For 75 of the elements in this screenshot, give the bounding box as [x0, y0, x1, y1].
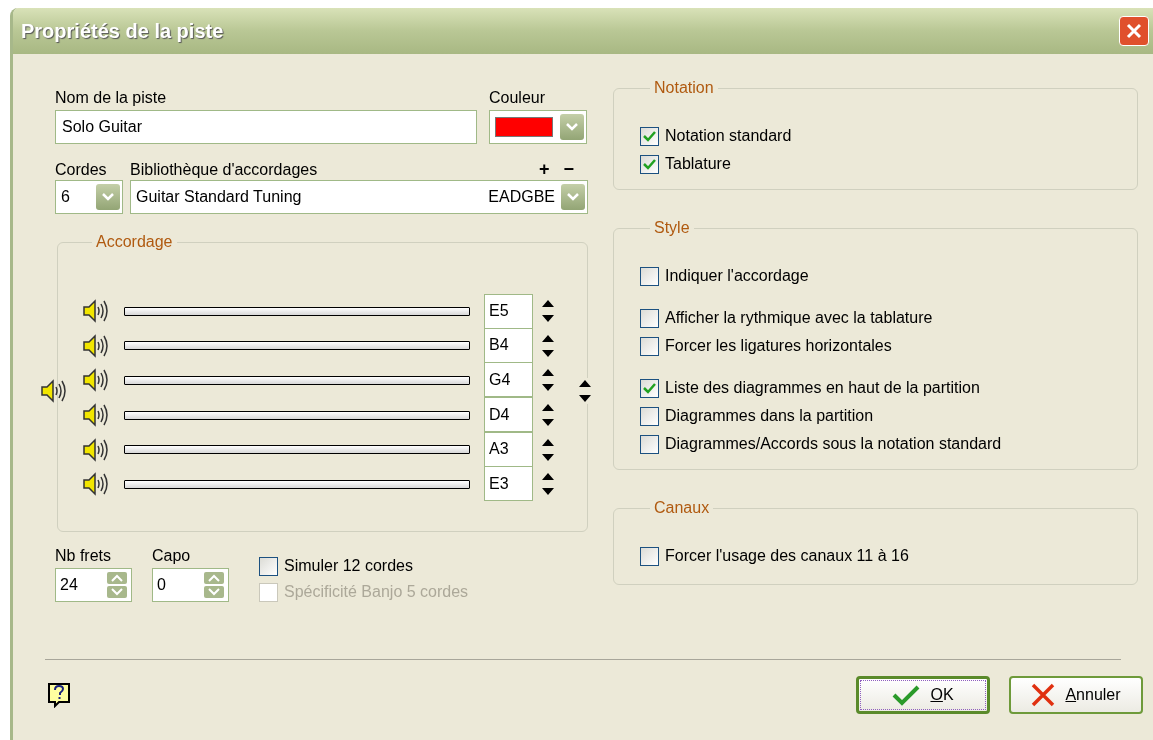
speaker-icon[interactable]	[82, 436, 110, 463]
note-field[interactable]: E3	[484, 466, 533, 502]
checkbox[interactable]	[259, 556, 278, 576]
chevron-down-icon	[566, 123, 578, 131]
note-field[interactable]: E5	[484, 293, 533, 329]
color-picker[interactable]	[489, 110, 587, 144]
dropdown-button[interactable]	[560, 114, 584, 140]
note-field[interactable]: D4	[484, 397, 533, 433]
checkbox[interactable]	[640, 406, 659, 426]
checkbox-label: Diagrammes/Accords sous la notation standard	[665, 434, 1002, 454]
field-label: Nom de la piste	[55, 88, 168, 108]
checkbox-label: Simuler 12 cordes	[284, 556, 413, 576]
checkbox[interactable]	[640, 336, 659, 356]
spin-box[interactable]: 0	[152, 568, 229, 602]
checkbox-label: Afficher la rythmique avec la tablature	[665, 308, 933, 328]
checkbox-label: Indiquer l'accordage	[665, 266, 809, 286]
speaker-icon[interactable]	[82, 332, 110, 359]
chevron-down-icon	[567, 193, 579, 201]
cancel-button[interactable]: Annuler	[1009, 676, 1143, 714]
speaker-icon[interactable]	[82, 367, 110, 394]
checkbox[interactable]	[640, 378, 659, 398]
checkbox[interactable]	[640, 126, 659, 146]
check-icon	[892, 684, 921, 706]
field-label: Cordes	[55, 160, 108, 180]
group-title: Canaux	[653, 498, 711, 518]
checkbox-label: Tablature	[665, 154, 731, 174]
checkbox-label: Diagrammes dans la partition	[665, 406, 874, 426]
note-field[interactable]: A3	[484, 431, 533, 467]
dropdown-button[interactable]	[96, 184, 120, 210]
dropdown[interactable]: Guitar Standard Tuning EADGBE	[130, 180, 588, 214]
text-field[interactable]: Solo Guitar	[55, 110, 477, 144]
check-icon	[643, 130, 656, 142]
group-title: Accordage	[95, 232, 174, 252]
field-label: Nb frets	[55, 546, 112, 566]
ok-button[interactable]: OK	[856, 676, 990, 714]
check-icon	[643, 158, 656, 170]
speaker-icon[interactable]	[82, 298, 110, 325]
check-icon	[643, 382, 656, 394]
field-label: Capo	[152, 546, 192, 566]
slider-track[interactable]	[124, 306, 470, 316]
close-icon	[1125, 22, 1143, 40]
dropdown[interactable]: 6	[55, 180, 123, 214]
chevron-down-icon	[102, 193, 114, 201]
help-icon[interactable]	[47, 682, 71, 708]
slider-track[interactable]	[124, 445, 470, 455]
slider-track[interactable]	[124, 376, 470, 385]
speaker-icon[interactable]	[82, 471, 110, 498]
slider-track[interactable]	[124, 479, 470, 489]
slider-track[interactable]	[124, 410, 470, 420]
group-title: Style	[653, 218, 691, 238]
speaker-icon[interactable]	[82, 402, 110, 429]
checkbox-label: Liste des diagrammes en haut de la partition	[665, 378, 980, 398]
slider-track[interactable]	[124, 341, 470, 351]
spin-box[interactable]: 24	[55, 568, 132, 602]
checkbox[interactable]	[640, 308, 659, 328]
field-label: Couleur	[489, 88, 547, 108]
checkbox-label: Forcer les ligatures horizontales	[665, 336, 892, 356]
checkbox-label: Spécificité Banjo 5 cordes	[284, 582, 469, 602]
note-field[interactable]: B4	[484, 327, 533, 363]
checkbox[interactable]	[640, 434, 659, 454]
note-field[interactable]: G4	[484, 362, 533, 398]
checkbox-label: Forcer l'usage des canaux 11 à 16	[665, 546, 909, 566]
speaker-icon[interactable]	[40, 378, 68, 404]
remove-button[interactable]: −	[563, 158, 574, 180]
checkbox[interactable]	[640, 546, 659, 566]
checkbox-label: Notation standard	[665, 126, 792, 146]
close-button[interactable]	[1119, 16, 1149, 46]
add-button[interactable]: +	[538, 158, 550, 180]
window-title: Propriétés de la piste	[21, 19, 224, 44]
field-label: Bibliothèque d'accordages	[130, 160, 318, 180]
group-title: Notation	[653, 78, 715, 98]
dropdown-button[interactable]	[561, 184, 585, 210]
cross-icon	[1031, 683, 1056, 707]
checkbox[interactable]	[640, 266, 659, 286]
checkbox[interactable]	[640, 154, 659, 174]
